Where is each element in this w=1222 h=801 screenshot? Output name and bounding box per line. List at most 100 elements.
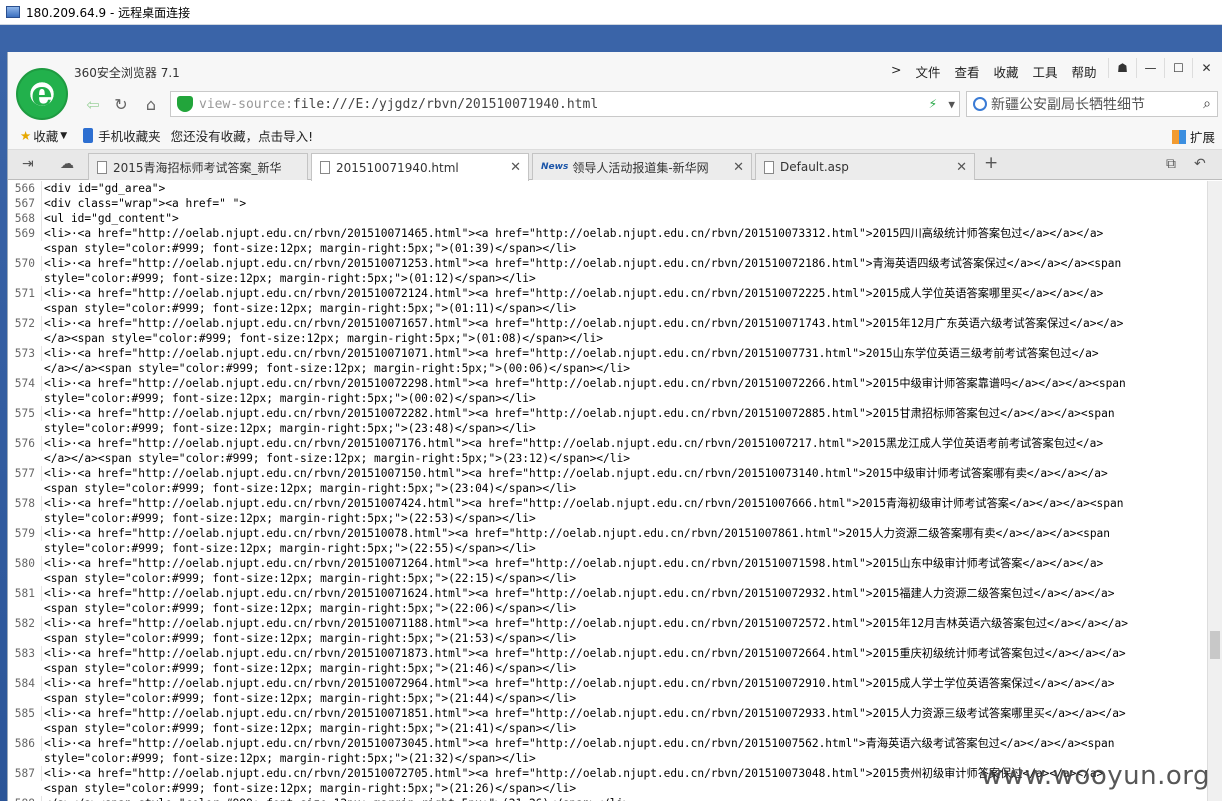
line-number: 581 <box>8 586 42 601</box>
star-icon: ★ <box>20 128 32 143</box>
source-line: 573 <li>·<a href="http://oelab.njupt.edu.… <box>8 346 1208 361</box>
cloud-icon[interactable]: ☁ <box>60 156 74 172</box>
mobile-favorites-button[interactable]: 手机收藏夹 <box>98 126 161 145</box>
source-code: <li>·<a href="http://oelab.njupt.edu.cn/… <box>44 407 1115 420</box>
maximize-button[interactable]: ☐ <box>1164 58 1192 78</box>
search-box[interactable]: 新疆公安副局长牺牲细节 ⌕ <box>966 91 1218 117</box>
address-bar[interactable]: view-source: file:///E:/yjgdz/rbvn/20151… <box>170 91 960 117</box>
source-line: 566 <div id="gd_area"> <box>8 181 1208 196</box>
close-icon[interactable]: ✕ <box>510 160 521 175</box>
mobile-icon <box>83 128 94 143</box>
line-number: 579 <box>8 526 42 541</box>
line-number: 585 <box>8 706 42 721</box>
line-number: 580 <box>8 556 42 571</box>
tab-label: 领导人活动报道集-新华网 <box>572 160 709 175</box>
rdp-titlebar: 180.209.64.9 - 远程桌面连接 <box>0 0 1222 25</box>
search-icon[interactable]: ⌕ <box>1203 96 1211 112</box>
source-code: </a></a><span style="color:#999; font-si… <box>44 362 630 375</box>
line-number: 567 <box>8 196 42 211</box>
sidebar-toggle-icon[interactable]: ⇥ <box>22 156 34 172</box>
undo-icon[interactable]: ↶ <box>1194 156 1206 172</box>
home-icon[interactable]: ⌂ <box>138 92 164 116</box>
source-line-wrap: <span style="color:#999; font-size:12px;… <box>8 601 1208 616</box>
source-line-wrap: style="color:#999; font-size:12px; margi… <box>8 541 1208 556</box>
skin-icon[interactable]: ☗ <box>1108 58 1136 78</box>
bookmarks-bar: ★ 收藏 ▼ 手机收藏夹 您还没有收藏，点击导入! 扩展 <box>8 122 1222 150</box>
source-line-wrap: style="color:#999; font-size:12px; margi… <box>8 511 1208 526</box>
source-code: <li>·<a href="http://oelab.njupt.edu.cn/… <box>44 767 1104 780</box>
source-code: <li>·<a href="http://oelab.njupt.edu.cn/… <box>44 617 1128 630</box>
source-code: <li>·<a href="http://oelab.njupt.edu.cn/… <box>44 587 1115 600</box>
source-code: </a></a><span style="color:#999; font-si… <box>42 796 630 801</box>
source-line: 583 <li>·<a href="http://oelab.njupt.edu.… <box>8 646 1208 661</box>
source-code: <li>·<a href="http://oelab.njupt.edu.cn/… <box>44 257 1122 270</box>
source-line: 580 <li>·<a href="http://oelab.njupt.edu.… <box>8 556 1208 571</box>
line-number: 577 <box>8 466 42 481</box>
rdp-title-text: 180.209.64.9 - 远程桌面连接 <box>26 5 191 20</box>
watermark: www.wooyun.org <box>980 761 1210 791</box>
line-number: 571 <box>8 286 42 301</box>
tab-4[interactable]: Default.asp ✕ <box>755 153 975 180</box>
menu-help[interactable]: 帮助 <box>1065 60 1104 83</box>
close-button[interactable]: ✕ <box>1192 58 1220 78</box>
search-input[interactable]: 新疆公安副局长牺牲细节 <box>991 94 1145 114</box>
restore-tab-icon[interactable]: ⧉ <box>1166 156 1176 172</box>
vertical-scrollbar[interactable] <box>1207 181 1222 801</box>
source-line: 574 <li>·<a href="http://oelab.njupt.edu.… <box>8 376 1208 391</box>
import-hint[interactable]: 您还没有收藏，点击导入! <box>171 126 314 145</box>
close-icon[interactable]: ✕ <box>956 160 967 175</box>
menu-file[interactable]: 文件 <box>908 60 947 83</box>
line-number: 578 <box>8 496 42 511</box>
line-number: 575 <box>8 406 42 421</box>
source-code: <li>·<a href="http://oelab.njupt.edu.cn/… <box>44 377 1126 390</box>
source-line: 588</a></a><span style="color:#999; font… <box>8 796 1208 801</box>
rdp-icon <box>6 6 20 18</box>
source-line: 581 <li>·<a href="http://oelab.njupt.edu.… <box>8 586 1208 601</box>
minimize-button[interactable]: — <box>1136 58 1164 78</box>
tab-bar: ⇥ ☁ 2015青海招标师考试答案_新华 201510071940.html ✕… <box>8 150 1222 181</box>
tab-label: Default.asp <box>780 160 849 174</box>
menu-toggle-icon[interactable]: > <box>884 60 908 83</box>
source-line-wrap: <span style="color:#999; font-size:12px;… <box>8 691 1208 706</box>
extensions-button[interactable]: 扩展 <box>1171 127 1215 146</box>
source-code: style="color:#999; font-size:12px; margi… <box>44 542 536 555</box>
back-arrow-icon[interactable]: ⇦ <box>80 92 106 116</box>
tab-3[interactable]: News 领导人活动报道集-新华网 ✕ <box>532 153 752 180</box>
speed-mode-icon[interactable]: ⚡ <box>929 96 937 112</box>
favorites-button[interactable]: 收藏 <box>33 126 58 145</box>
source-line: 567 <div class="wrap"><a href=" "> <box>8 196 1208 211</box>
app-title: 360安全浏览器 7.1 <box>74 66 180 80</box>
chevron-down-icon[interactable]: ▼ <box>948 98 955 111</box>
source-line-wrap: </a></a><span style="color:#999; font-si… <box>8 361 1208 376</box>
scrollbar-thumb[interactable] <box>1210 631 1220 659</box>
menu-favorites[interactable]: 收藏 <box>987 60 1026 83</box>
source-line: 572 <li>·<a href="http://oelab.njupt.edu.… <box>8 316 1208 331</box>
source-code: <li>·<a href="http://oelab.njupt.edu.cn/… <box>44 557 1104 570</box>
source-code: <span style="color:#999; font-size:12px;… <box>44 692 577 705</box>
source-code: <li>·<a href="http://oelab.njupt.edu.cn/… <box>44 647 1126 660</box>
refresh-icon[interactable]: ↻ <box>108 92 134 116</box>
source-line-wrap: <span style="color:#999; font-size:12px;… <box>8 661 1208 676</box>
source-code: <span style="color:#999; font-size:12px;… <box>44 302 577 315</box>
extensions-label: 扩展 <box>1189 130 1215 145</box>
new-tab-icon[interactable]: + <box>984 153 998 173</box>
source-code: <li>·<a href="http://oelab.njupt.edu.cn/… <box>44 437 1104 450</box>
menu-tools[interactable]: 工具 <box>1026 60 1065 83</box>
source-code: <span style="color:#999; font-size:12px;… <box>44 782 577 795</box>
source-view: 566 <div id="gd_area"> 567 <div class="wrap… <box>8 181 1208 801</box>
tab-2-active[interactable]: 201510071940.html ✕ <box>311 153 529 181</box>
source-line-wrap: </a><span style="color:#999; font-size:1… <box>8 331 1208 346</box>
search-engine-icon[interactable] <box>973 97 987 111</box>
tab-1[interactable]: 2015青海招标师考试答案_新华 <box>88 153 308 180</box>
chevron-down-icon[interactable]: ▼ <box>60 131 67 141</box>
source-code: style="color:#999; font-size:12px; margi… <box>44 512 536 525</box>
source-line: 584 <li>·<a href="http://oelab.njupt.edu.… <box>8 676 1208 691</box>
source-line: 576 <li>·<a href="http://oelab.njupt.edu.… <box>8 436 1208 451</box>
source-code: <span style="color:#999; font-size:12px;… <box>44 662 577 675</box>
line-number: 584 <box>8 676 42 691</box>
menu-view[interactable]: 查看 <box>948 60 987 83</box>
close-icon[interactable]: ✕ <box>733 160 744 175</box>
source-code: <span style="color:#999; font-size:12px;… <box>44 572 577 585</box>
source-code: <li>·<a href="http://oelab.njupt.edu.cn/… <box>44 287 1104 300</box>
source-code: style="color:#999; font-size:12px; margi… <box>44 272 536 285</box>
